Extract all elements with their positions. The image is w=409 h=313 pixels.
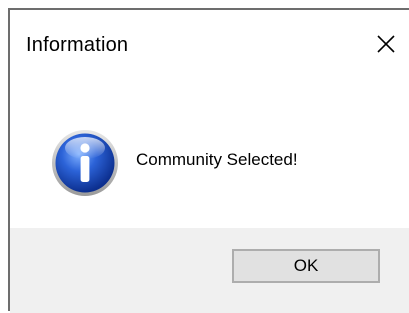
close-button[interactable]	[363, 22, 409, 66]
close-icon	[377, 35, 395, 53]
information-icon	[52, 130, 118, 196]
dialog-footer: OK	[10, 228, 409, 313]
information-dialog: Information Community Selected! OK	[8, 8, 409, 313]
message-text: Community Selected!	[136, 150, 298, 169]
ok-button[interactable]: OK	[232, 249, 380, 283]
dialog-body: Community Selected!	[10, 80, 409, 228]
title-bar: Information	[10, 10, 409, 80]
dialog-title: Information	[26, 34, 129, 56]
